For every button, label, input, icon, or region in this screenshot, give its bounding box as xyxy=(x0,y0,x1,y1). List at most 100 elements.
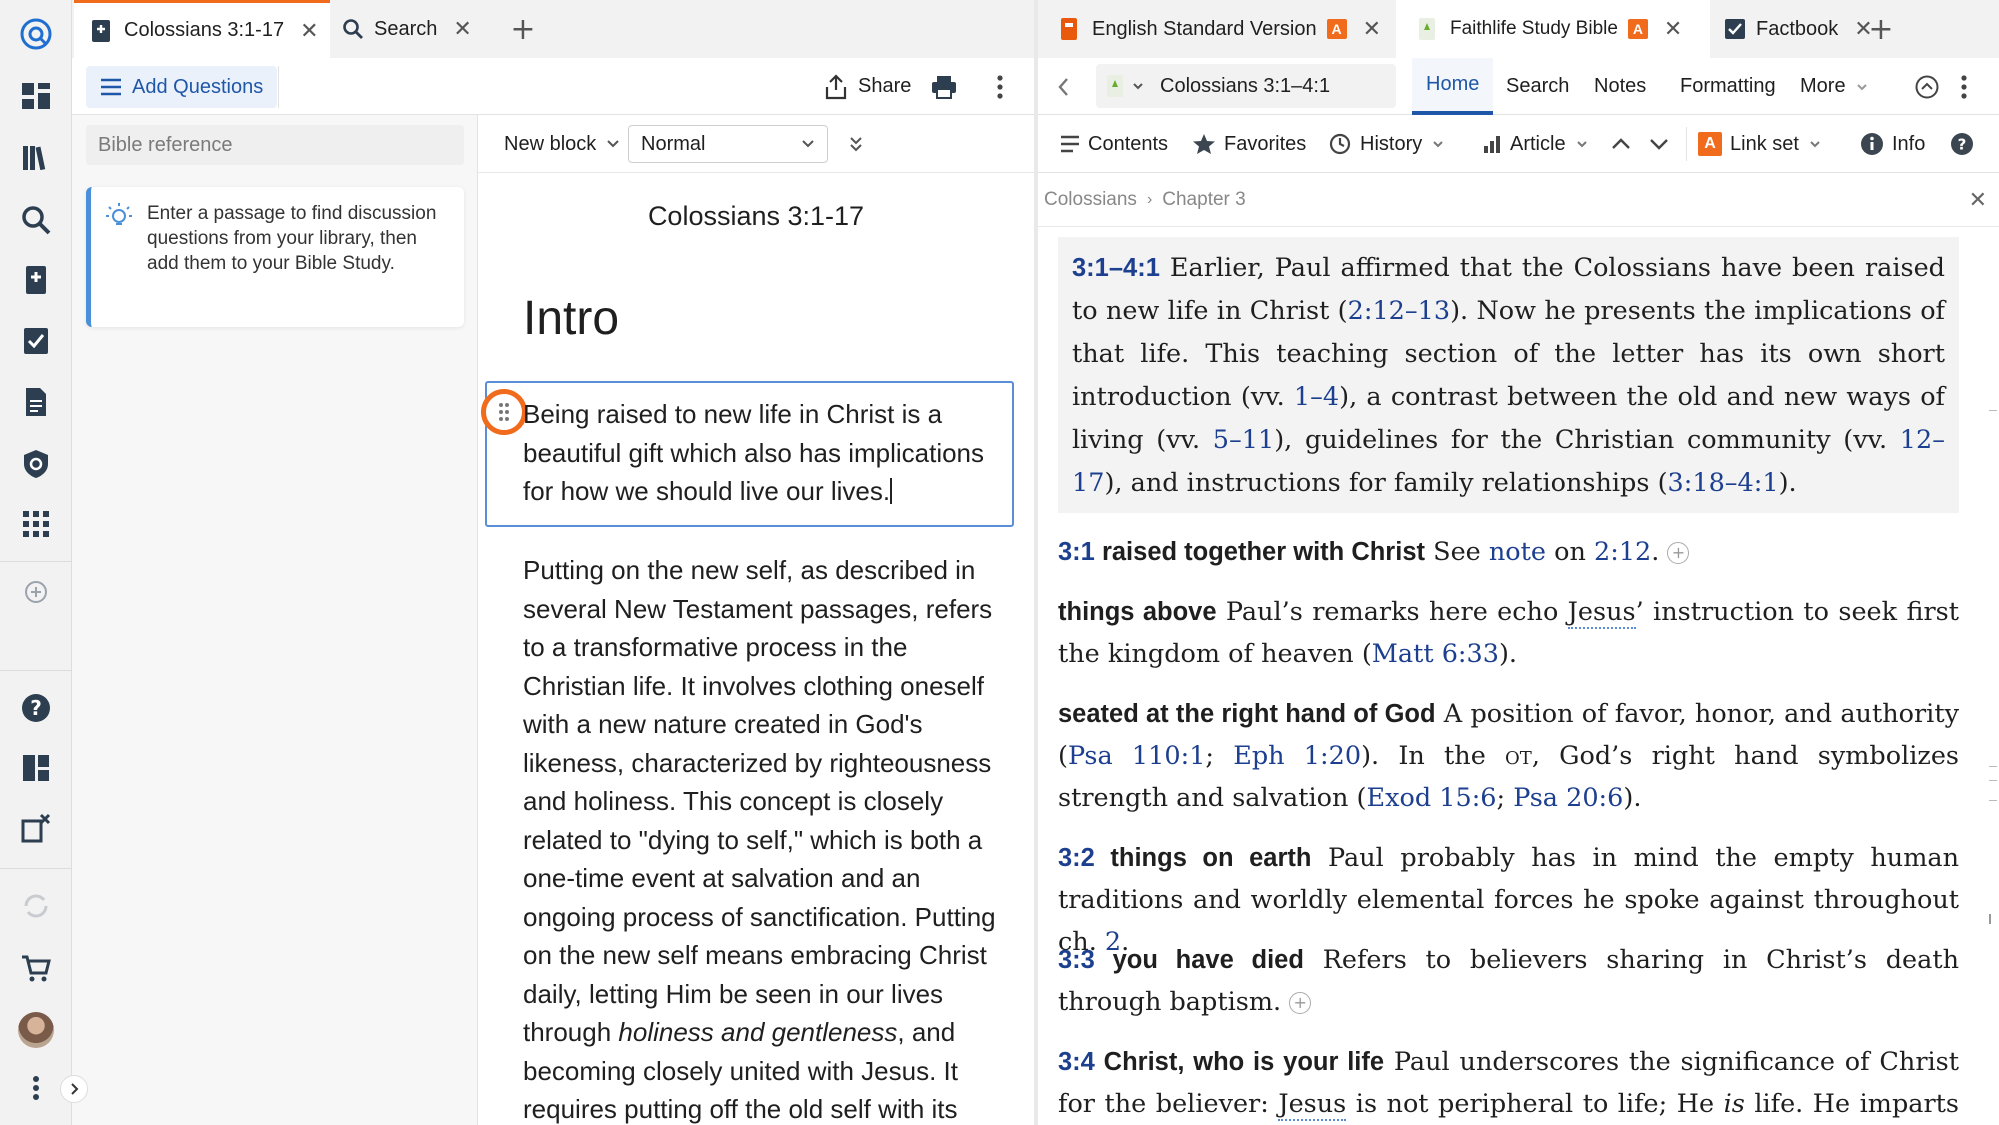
tab-factbook[interactable]: Factbook ✕ xyxy=(1684,0,1873,58)
search-icon[interactable] xyxy=(12,196,60,244)
tab-search[interactable]: Search ✕ xyxy=(342,0,472,58)
apps-grid-icon[interactable] xyxy=(12,500,60,548)
fsb-book-icon xyxy=(1414,16,1440,42)
study-bible-window: English Standard Version A ✕ Faithlife S… xyxy=(1038,0,1999,1125)
tab-colossians[interactable]: Colossians 3:1-17 ✕ xyxy=(74,0,330,58)
breadcrumb: Colossians › Chapter 3 ✕ xyxy=(1038,173,1999,227)
scroll-marker xyxy=(1989,800,1997,801)
previous-article-button[interactable] xyxy=(1610,115,1640,173)
document-title[interactable]: Colossians 3:1-17 xyxy=(478,201,1034,232)
chevron-left-icon xyxy=(1058,77,1068,96)
tab-faithlife-study-bible[interactable]: Faithlife Study Bible A ✕ xyxy=(1396,0,1710,58)
study-notes-article: 3:1–4:1 Earlier, Paul affirmed that the … xyxy=(1058,227,1959,1125)
drag-handle[interactable] xyxy=(481,389,527,435)
more-options-button[interactable] xyxy=(996,58,1004,115)
contents-icon xyxy=(1061,135,1079,153)
bible-study-window: Colossians 3:1-17 ✕ Search ✕ + Add Quest… xyxy=(72,0,1034,1125)
text-caret xyxy=(890,478,893,504)
history-button[interactable]: History xyxy=(1328,115,1444,173)
tab-search[interactable]: Search xyxy=(1506,58,1569,115)
info-icon xyxy=(1861,133,1883,155)
more-vertical-icon xyxy=(1961,74,1967,99)
bible-study-icon[interactable] xyxy=(12,256,60,304)
library-icon[interactable] xyxy=(12,134,60,182)
more-options-button[interactable] xyxy=(1960,58,1968,115)
close-icon[interactable]: ✕ xyxy=(300,18,318,44)
scroll-marker xyxy=(1989,914,1997,924)
study-note: 3:1 raised together with Christ See note… xyxy=(1058,531,1959,573)
paragraph-block[interactable]: Putting on the new self, as described in… xyxy=(523,551,1013,1125)
cart-icon[interactable] xyxy=(12,944,60,992)
close-icon[interactable]: ✕ xyxy=(1969,187,1987,213)
chevron-down-icon xyxy=(1133,83,1143,90)
add-note-icon[interactable]: + xyxy=(1289,992,1312,1014)
checklist-icon[interactable] xyxy=(12,317,60,365)
breadcrumb-item[interactable]: Chapter 3 xyxy=(1162,189,1245,211)
contents-button[interactable]: Contents xyxy=(1060,115,1168,173)
app-rail: ? xyxy=(0,0,88,1125)
left-toolbar: Add Questions Share xyxy=(72,58,1034,115)
double-chevron-down-icon xyxy=(850,137,862,152)
new-block-dropdown[interactable]: New block xyxy=(504,115,620,173)
more-vertical-icon[interactable] xyxy=(12,1064,60,1112)
close-icon[interactable]: ✕ xyxy=(1363,16,1381,42)
svg-text:?: ? xyxy=(30,696,42,720)
section-heading[interactable]: Intro xyxy=(523,291,619,346)
chevron-right-icon: › xyxy=(1146,190,1153,208)
breadcrumb-item[interactable]: Colossians xyxy=(1044,189,1137,211)
document-editor[interactable]: Colossians 3:1-17 Intro Being raised to … xyxy=(478,173,1034,1125)
style-select[interactable]: Normal xyxy=(628,125,828,163)
resource-cover-icon xyxy=(1107,75,1123,97)
layouts-icon[interactable] xyxy=(12,744,60,792)
a-badge-icon: A xyxy=(1627,19,1648,39)
chevron-down-icon xyxy=(1856,83,1867,90)
favorites-button[interactable]: Favorites xyxy=(1192,115,1306,173)
tab-formatting[interactable]: Formatting xyxy=(1680,58,1776,115)
chevron-down-icon xyxy=(1810,141,1820,148)
share-button[interactable]: Share xyxy=(824,58,911,115)
a-badge-icon: A xyxy=(1698,132,1722,156)
expand-toolbar-button[interactable] xyxy=(848,115,864,173)
close-icon[interactable]: ✕ xyxy=(453,16,471,42)
tab-esv[interactable]: English Standard Version A ✕ xyxy=(1056,0,1406,58)
history-icon xyxy=(1329,133,1351,155)
expand-rail-button[interactable] xyxy=(60,1075,88,1103)
study-note: seated at the right hand of God A positi… xyxy=(1058,699,1959,813)
close-icon[interactable]: ✕ xyxy=(1664,16,1682,42)
info-button[interactable]: Info xyxy=(1860,115,1925,173)
new-tab-button[interactable]: + xyxy=(1864,12,1898,47)
tab-more[interactable]: More xyxy=(1800,58,1868,115)
bible-reference-input[interactable] xyxy=(86,125,464,165)
paragraph-block[interactable]: Being raised to new life in Christ is a … xyxy=(523,395,1013,511)
print-button[interactable] xyxy=(930,58,958,115)
scroll-marker xyxy=(1989,780,1997,781)
article-button[interactable]: Article xyxy=(1482,115,1588,173)
new-tab-button[interactable]: + xyxy=(506,12,540,47)
scroll-marker xyxy=(1989,410,1997,411)
close-panels-icon[interactable] xyxy=(12,804,60,852)
logos-home-icon[interactable] xyxy=(12,10,60,58)
study-note: 3:3 you have died Refers to believers sh… xyxy=(1058,945,1959,1017)
reference-box[interactable]: Colossians 3:1–4:1 xyxy=(1096,64,1396,108)
back-button[interactable] xyxy=(1056,58,1070,115)
document-icon[interactable] xyxy=(12,378,60,426)
tab-notes[interactable]: Notes xyxy=(1594,58,1646,115)
add-note-icon[interactable]: + xyxy=(1667,542,1690,564)
avatar[interactable] xyxy=(12,1006,60,1054)
sync-icon[interactable] xyxy=(12,882,60,930)
chevron-right-icon xyxy=(71,1083,79,1095)
next-article-button[interactable] xyxy=(1648,115,1678,173)
scroll-up-button[interactable] xyxy=(1914,58,1940,115)
add-questions-button[interactable]: Add Questions xyxy=(86,66,278,108)
tab-home[interactable]: Home xyxy=(1412,58,1494,115)
svg-text:?: ? xyxy=(1958,136,1967,154)
printer-icon xyxy=(932,75,956,99)
shield-icon[interactable] xyxy=(12,440,60,488)
help-icon[interactable]: ? xyxy=(12,684,60,732)
a-badge-icon: A xyxy=(1326,19,1347,39)
dashboard-icon[interactable] xyxy=(12,72,60,120)
add-circle-icon[interactable] xyxy=(12,568,60,616)
help-button[interactable]: ? xyxy=(1950,115,1982,173)
left-tabbar: Colossians 3:1-17 ✕ Search ✕ + xyxy=(72,0,1034,58)
link-set-button[interactable]: A Link set xyxy=(1698,115,1821,173)
